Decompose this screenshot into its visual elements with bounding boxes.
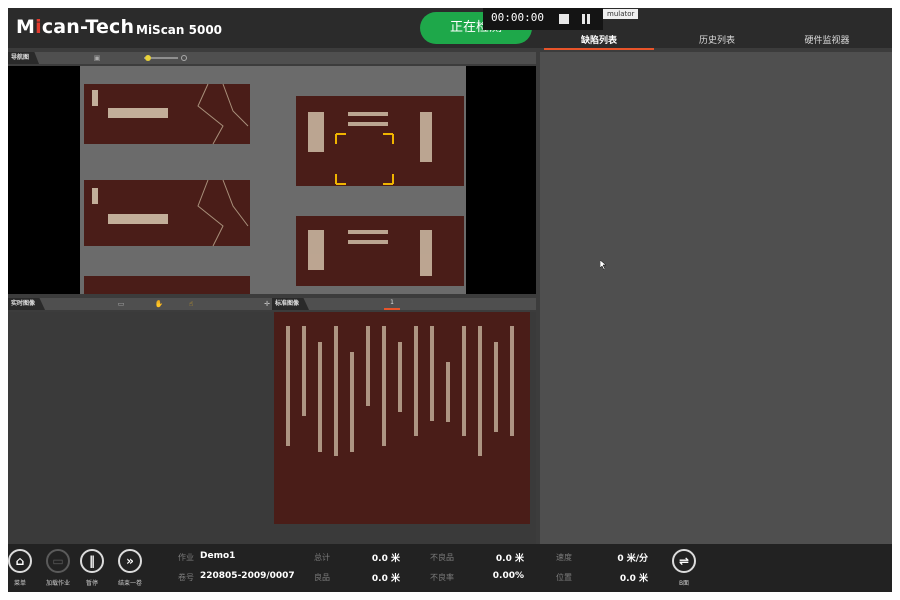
brand-prefix: M xyxy=(16,16,36,38)
defect-rate-value: 0.00% xyxy=(492,571,524,581)
brand-suffix: can-Tech xyxy=(41,16,135,38)
nav-panel-title: 导航图 xyxy=(8,52,40,64)
standard-counter[interactable]: 1 xyxy=(384,298,400,310)
recorder-label: mulator xyxy=(603,9,639,19)
speed-label: 速度 xyxy=(556,553,572,562)
stop-icon[interactable] xyxy=(559,14,569,24)
crosshair-icon[interactable]: ✛ xyxy=(262,300,272,308)
position-label: 位置 xyxy=(556,573,572,582)
job-value: Demo1 xyxy=(200,551,236,561)
realtime-image[interactable] xyxy=(8,312,272,544)
nav-panel-header: 导航图 ▣ xyxy=(8,52,536,64)
speed-value: 0 米/分 xyxy=(617,554,648,564)
end-roll-button[interactable]: » xyxy=(118,549,142,573)
roll-value: 220805-2009/0007 xyxy=(200,571,295,581)
brand-logo: Mican-Tech xyxy=(16,16,134,38)
good-label: 良品 xyxy=(314,573,330,582)
side-b-icon: ⇌ xyxy=(678,554,690,568)
bottom-toolbar: ⌂ 菜单 ▭ 加载作业 ‖ 暂停 » 结束一卷 作业 Demo1 卷号 2208… xyxy=(8,544,892,592)
realtime-panel-title: 实时图像 xyxy=(8,298,46,310)
navigation-image[interactable] xyxy=(8,66,536,294)
job-label: 作业 xyxy=(178,553,194,562)
standard-panel-header: ✛ 标准图像 1 xyxy=(264,298,536,310)
defect-value: 0.0 米 xyxy=(495,554,524,564)
tab-hardware-monitor[interactable]: 硬件监视器 xyxy=(772,34,882,50)
home-icon: ⌂ xyxy=(15,554,25,568)
save-icon[interactable]: ▣ xyxy=(92,54,102,62)
end-roll-caption: 结束一卷 xyxy=(117,580,142,587)
total-label: 总计 xyxy=(314,553,330,562)
load-job-button[interactable]: ▭ xyxy=(46,549,70,573)
good-value: 0.0 米 xyxy=(371,574,400,584)
brand-i: i xyxy=(35,16,42,38)
right-tab-bar: 缺陷列表 历史列表 硬件监视器 xyxy=(542,34,892,50)
position-value: 0.0 米 xyxy=(619,574,648,584)
tab-history-list[interactable]: 历史列表 xyxy=(662,34,772,50)
defect-label: 不良品 xyxy=(430,553,454,562)
home-button[interactable]: ⌂ xyxy=(8,549,32,573)
hand-icon[interactable]: ✋ xyxy=(154,300,164,308)
side-b-button[interactable]: ⇌ xyxy=(672,549,696,573)
mouse-cursor xyxy=(600,260,607,270)
model-name: MiScan 5000 xyxy=(136,23,223,37)
realtime-panel-header: 实时图像 ▭ ✋ ☝ xyxy=(8,298,272,310)
home-caption: 菜单 xyxy=(13,580,26,587)
defect-list-panel[interactable] xyxy=(540,52,892,544)
app-window: Mican-Tech MiScan 5000 正在检测 00:00:00 mul… xyxy=(8,8,892,592)
total-value: 0.0 米 xyxy=(371,554,400,564)
folder-icon: ▭ xyxy=(52,554,64,568)
standard-panel-title: 标准图像 xyxy=(272,298,310,310)
pause-recording-icon[interactable] xyxy=(581,14,591,24)
side-b-caption: B面 xyxy=(678,580,690,587)
pause-icon: ‖ xyxy=(89,554,95,568)
zoom-slider[interactable] xyxy=(140,54,188,62)
recorder-overlay: 00:00:00 xyxy=(483,8,603,30)
navigation-view xyxy=(80,66,466,294)
camera-icon[interactable]: ▭ xyxy=(116,300,126,308)
pointer-icon[interactable]: ☝ xyxy=(186,300,196,308)
pause-caption: 暂停 xyxy=(85,580,98,587)
standard-image[interactable] xyxy=(272,312,536,544)
pause-button[interactable]: ‖ xyxy=(80,549,104,573)
defect-rate-label: 不良率 xyxy=(430,573,454,582)
recorder-timer: 00:00:00 xyxy=(491,11,544,24)
end-roll-icon: » xyxy=(126,554,134,568)
standard-image-view xyxy=(274,312,530,524)
roll-label: 卷号 xyxy=(178,573,194,582)
tab-defect-list[interactable]: 缺陷列表 xyxy=(544,34,654,50)
